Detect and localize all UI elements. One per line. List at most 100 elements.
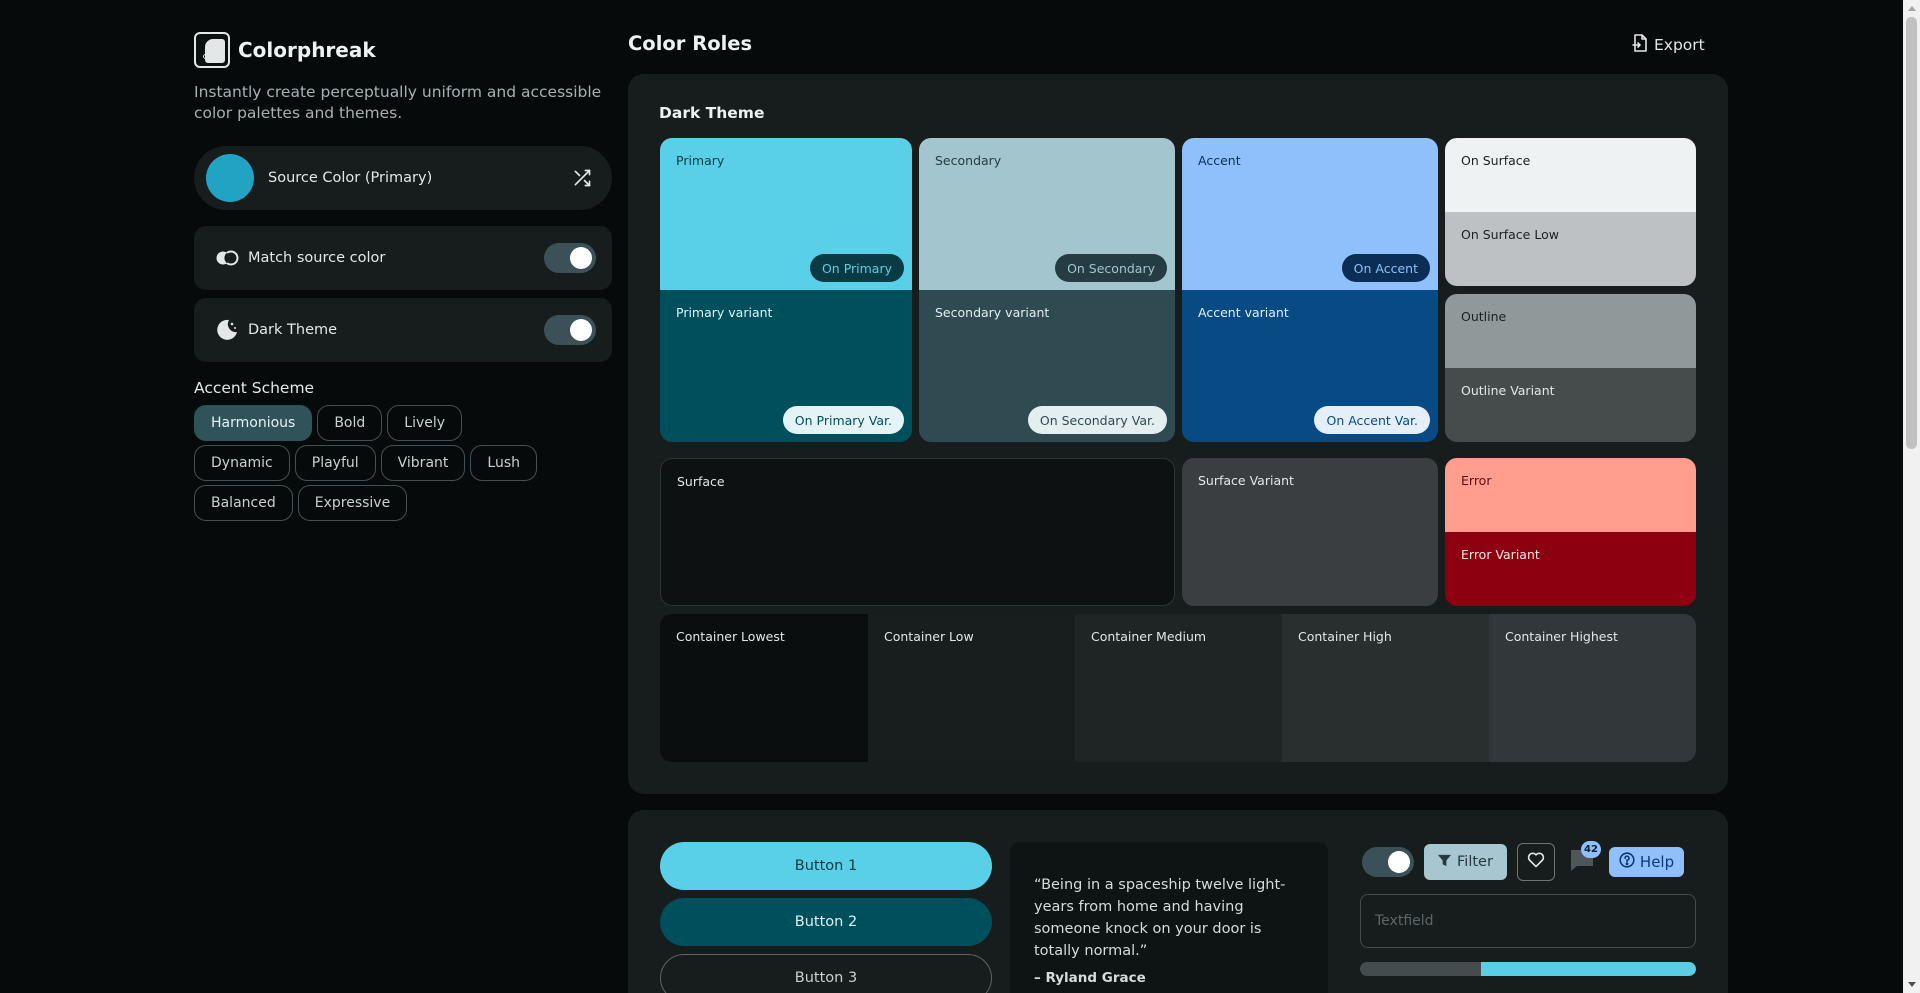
- match-source-setting: Match source color: [194, 226, 612, 290]
- chip-vibrant[interactable]: Vibrant: [380, 445, 466, 481]
- error-variant-label: Error Variant: [1461, 547, 1540, 562]
- accent-scheme-chips: Harmonious Bold Lively Dynamic Playful V…: [194, 405, 554, 521]
- outline-variant-label: Outline Variant: [1461, 383, 1555, 398]
- container-low-tile[interactable]: Container Low: [868, 614, 1075, 762]
- accent-label: Accent: [1198, 153, 1241, 168]
- scroll-down-icon[interactable]: [1903, 976, 1920, 993]
- secondary-tile[interactable]: Secondary On Secondary: [919, 138, 1175, 290]
- messages-button[interactable]: 42: [1565, 841, 1601, 879]
- component-preview-panel: Button 1 Button 2 Button 3 “Being in a s…: [628, 810, 1728, 993]
- error-variant-tile[interactable]: Error Variant: [1445, 532, 1696, 606]
- container-highest-label: Container Highest: [1505, 629, 1618, 644]
- button-3[interactable]: Button 3: [660, 954, 992, 993]
- scroll-up-icon[interactable]: [1903, 0, 1920, 17]
- preview-toggle[interactable]: [1362, 847, 1414, 877]
- match-icon: [214, 246, 240, 270]
- source-color-card: Source Color (Primary): [194, 146, 612, 210]
- quote-author: – Ryland Grace: [1034, 970, 1146, 986]
- container-lowest-label: Container Lowest: [676, 629, 785, 644]
- filter-icon: [1438, 854, 1451, 871]
- error-tile[interactable]: Error: [1445, 458, 1696, 532]
- outline-label: Outline: [1461, 309, 1507, 324]
- error-label: Error: [1461, 473, 1492, 488]
- message-count-badge: 42: [1581, 841, 1601, 858]
- on-surface-low-tile[interactable]: On Surface Low: [1445, 212, 1696, 286]
- chip-lively[interactable]: Lively: [387, 405, 463, 441]
- export-button[interactable]: Export: [1632, 34, 1705, 56]
- favorite-button[interactable]: [1516, 843, 1555, 881]
- chip-balanced[interactable]: Balanced: [194, 485, 293, 521]
- help-icon: [1619, 852, 1635, 872]
- chip-dynamic[interactable]: Dynamic: [194, 445, 290, 481]
- scrollbar-thumb[interactable]: [1906, 17, 1917, 449]
- on-surface-tile[interactable]: On Surface: [1445, 138, 1696, 212]
- dark-theme-toggle[interactable]: [544, 315, 596, 345]
- chip-expressive[interactable]: Expressive: [297, 485, 408, 521]
- secondary-variant-label: Secondary variant: [935, 305, 1050, 320]
- progress-bar: [1360, 962, 1696, 976]
- shuffle-icon[interactable]: [568, 164, 596, 192]
- export-label: Export: [1654, 36, 1705, 54]
- button-2[interactable]: Button 2: [660, 898, 992, 946]
- button-1[interactable]: Button 1: [660, 842, 992, 890]
- on-surface-low-label: On Surface Low: [1461, 227, 1559, 242]
- chip-harmonious[interactable]: Harmonious: [194, 405, 313, 441]
- page-title: Color Roles: [628, 32, 753, 55]
- outline-variant-tile[interactable]: Outline Variant: [1445, 368, 1696, 442]
- page-scrollbar[interactable]: [1903, 0, 1920, 993]
- container-lowest-tile[interactable]: Container Lowest: [660, 614, 868, 762]
- quote-card: “Being in a spaceship twelve light-years…: [1010, 842, 1328, 993]
- surface-variant-label: Surface Variant: [1198, 473, 1294, 488]
- filter-button[interactable]: Filter: [1424, 844, 1507, 880]
- dark-theme-label: Dark Theme: [248, 322, 338, 338]
- app-name: Colorphreak: [238, 38, 376, 62]
- on-surface-label: On Surface: [1461, 153, 1531, 168]
- on-primary-pill[interactable]: On Primary: [809, 254, 904, 282]
- accent-variant-tile[interactable]: Accent variant On Accent Var.: [1182, 290, 1438, 442]
- accent-variant-label: Accent variant: [1198, 305, 1289, 320]
- help-label: Help: [1639, 853, 1675, 871]
- moon-icon: [214, 318, 240, 342]
- primary-tile[interactable]: Primary On Primary: [660, 138, 912, 290]
- colorphreak-logo-icon: [194, 32, 230, 68]
- surface-tile[interactable]: Surface: [660, 458, 1175, 606]
- container-medium-tile[interactable]: Container Medium: [1075, 614, 1282, 762]
- surface-label: Surface: [677, 474, 725, 489]
- dark-theme-setting: Dark Theme: [194, 298, 612, 362]
- on-accent-variant-pill[interactable]: On Accent Var.: [1314, 406, 1430, 434]
- chip-bold[interactable]: Bold: [317, 405, 383, 441]
- control-row: Filter 42 Help: [1362, 841, 1685, 882]
- help-button[interactable]: Help: [1608, 847, 1685, 877]
- primary-variant-tile[interactable]: Primary variant On Primary Var.: [660, 290, 912, 442]
- container-high-label: Container High: [1298, 629, 1392, 644]
- chip-playful[interactable]: Playful: [294, 445, 376, 481]
- primary-label: Primary: [676, 153, 725, 168]
- match-source-label: Match source color: [248, 250, 386, 266]
- on-secondary-pill[interactable]: On Secondary: [1055, 254, 1167, 282]
- file-export-icon: [1632, 34, 1648, 56]
- container-low-label: Container Low: [884, 629, 974, 644]
- chip-lush[interactable]: Lush: [470, 445, 537, 481]
- primary-variant-label: Primary variant: [676, 305, 773, 320]
- brand[interactable]: Colorphreak: [194, 32, 612, 68]
- surface-variant-tile[interactable]: Surface Variant: [1182, 458, 1438, 606]
- filter-label: Filter: [1457, 854, 1493, 870]
- container-highest-tile[interactable]: Container Highest: [1489, 614, 1696, 762]
- match-source-toggle[interactable]: [544, 243, 596, 273]
- accent-tile[interactable]: Accent On Accent: [1182, 138, 1438, 290]
- progress-fill: [1480, 962, 1696, 976]
- on-primary-variant-pill[interactable]: On Primary Var.: [782, 406, 904, 434]
- outline-tile[interactable]: Outline: [1445, 294, 1696, 368]
- secondary-variant-tile[interactable]: Secondary variant On Secondary Var.: [919, 290, 1175, 442]
- container-medium-label: Container Medium: [1091, 629, 1207, 644]
- sidebar: Colorphreak Instantly create perceptuall…: [194, 32, 612, 521]
- color-roles-panel: Dark Theme Primary On Primary Primary va…: [628, 74, 1728, 794]
- accent-scheme-title: Accent Scheme: [194, 379, 315, 397]
- on-secondary-variant-pill[interactable]: On Secondary Var.: [1027, 406, 1167, 434]
- heart-icon: [1527, 852, 1545, 872]
- textfield-input[interactable]: [1360, 894, 1696, 948]
- on-accent-pill[interactable]: On Accent: [1341, 254, 1430, 282]
- source-color-swatch[interactable]: [206, 154, 254, 202]
- source-color-label: Source Color (Primary): [268, 170, 433, 186]
- container-high-tile[interactable]: Container High: [1282, 614, 1489, 762]
